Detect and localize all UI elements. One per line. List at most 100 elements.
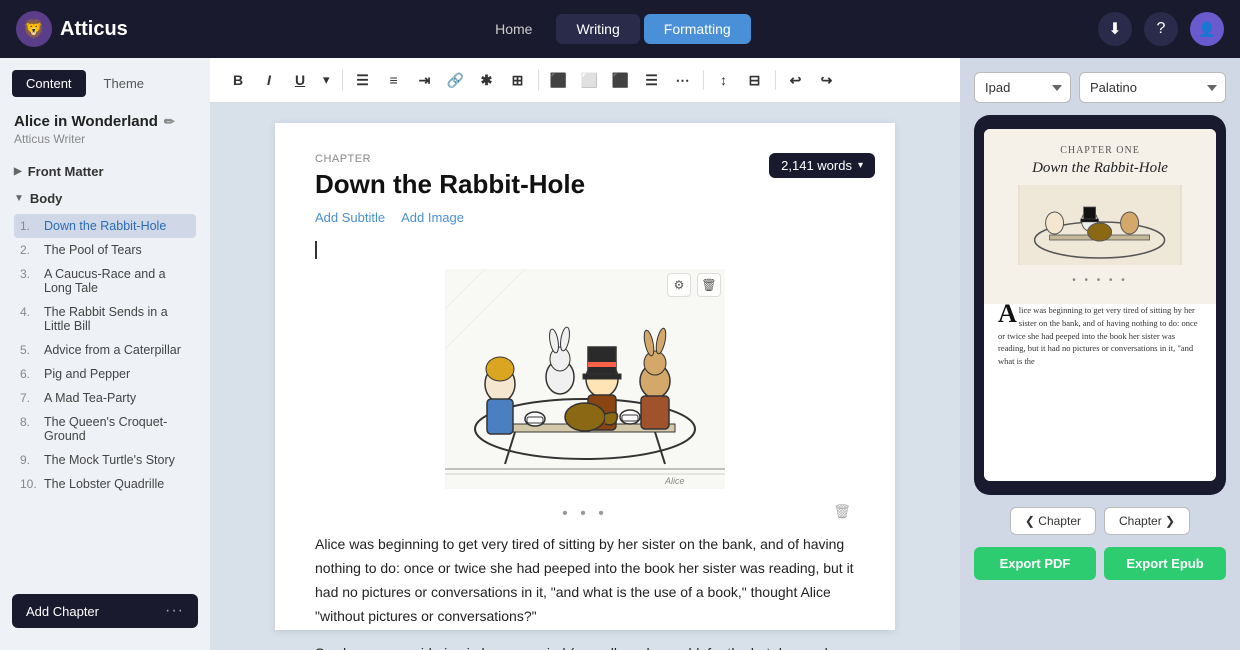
- chapter-item-2[interactable]: 2. The Pool of Tears: [14, 238, 196, 262]
- chapter-item-10[interactable]: 10.The Lobster Quadrille: [14, 472, 196, 496]
- format-dropdown[interactable]: ▾: [317, 68, 336, 92]
- chapter-name: A Mad Tea-Party: [44, 391, 136, 405]
- editor-content: 2,141 words ▾ Chapter Down the Rabbit-Ho…: [210, 103, 960, 650]
- next-chapter-button[interactable]: Chapter ❯: [1104, 507, 1190, 535]
- edit-book-title-icon[interactable]: ✏: [164, 114, 175, 130]
- preview-chapter-title: Down the Rabbit-Hole: [998, 160, 1202, 177]
- toolbar-sep-4: [775, 70, 776, 90]
- sidebar-tab-content[interactable]: Content: [12, 70, 86, 97]
- list-unordered-button[interactable]: ☰: [349, 66, 377, 94]
- link-button[interactable]: 🔗: [442, 66, 470, 94]
- device-screen: Chapter One Down the Rabbit-Hole: [984, 129, 1216, 481]
- chapter-name: A Caucus-Race and a Long Tale: [44, 267, 190, 295]
- book-author: Atticus Writer: [0, 132, 210, 146]
- add-chapter-dots[interactable]: ···: [165, 602, 184, 620]
- device-screen-header: Chapter One Down the Rabbit-Hole: [984, 129, 1216, 304]
- underline-button[interactable]: U: [286, 66, 314, 94]
- sidebar-tab-theme[interactable]: Theme: [90, 70, 158, 97]
- nav-tab-home[interactable]: Home: [475, 14, 552, 44]
- download-button[interactable]: ⬇: [1098, 12, 1132, 46]
- nav-right-actions: ⬇ ? 👤: [1098, 12, 1224, 46]
- image-delete-button[interactable]: 🗑: [697, 273, 721, 297]
- body-arrow: ▼: [14, 193, 24, 204]
- logo-icon: 🦁: [16, 11, 52, 47]
- svg-text:Alice: Alice: [664, 476, 685, 486]
- body-label: Body: [30, 191, 63, 206]
- italic-button[interactable]: I: [255, 66, 283, 94]
- chapter-item-9[interactable]: 9.The Mock Turtle's Story: [14, 448, 196, 472]
- divider-actions: 🗑: [833, 503, 855, 521]
- word-count-value: 2,141 words: [781, 158, 852, 173]
- front-matter-section: ▶ Front Matter: [0, 160, 210, 183]
- chapter-item-3[interactable]: 3. A Caucus-Race and a Long Tale: [14, 262, 196, 300]
- preview-dots: • • • • •: [998, 275, 1202, 286]
- more-align-button[interactable]: ⋯: [669, 66, 697, 94]
- preview-panel: IpadPhoneDesktopKindle PalatinoGeorgiaTi…: [960, 58, 1240, 650]
- drop-cap: A: [998, 304, 1017, 325]
- align-right-button[interactable]: ⬛: [607, 66, 635, 94]
- preview-selects: IpadPhoneDesktopKindle PalatinoGeorgiaTi…: [974, 72, 1226, 103]
- toolbar-sep-3: [703, 70, 704, 90]
- export-pdf-button[interactable]: Export PDF: [974, 547, 1096, 580]
- avatar-icon: 👤: [1198, 21, 1215, 38]
- divider-delete-icon[interactable]: 🗑: [833, 503, 855, 519]
- star-button[interactable]: ✱: [473, 66, 501, 94]
- image-settings-button[interactable]: ⚙: [667, 273, 691, 297]
- table-button[interactable]: ⊞: [504, 66, 532, 94]
- line-height-button[interactable]: ↕: [710, 66, 738, 94]
- preview-text-content: lice was beginning to get very tired of …: [998, 305, 1198, 366]
- help-button[interactable]: ?: [1144, 12, 1178, 46]
- add-image-link[interactable]: Add Image: [401, 210, 464, 225]
- book-title-text: Alice in Wonderland: [14, 113, 158, 130]
- preview-illustration: [1018, 185, 1181, 265]
- top-navigation: 🦁 Atticus Home Writing Formatting ⬇ ? 👤: [0, 0, 1240, 58]
- device-selector[interactable]: IpadPhoneDesktopKindle: [974, 72, 1071, 103]
- body-header[interactable]: ▼ Body: [14, 187, 196, 210]
- font-selector[interactable]: PalatinoGeorgiaTimes New RomanArial: [1079, 72, 1226, 103]
- paragraph-1[interactable]: Alice was beginning to get very tired of…: [315, 533, 855, 628]
- chapter-number: 3.: [20, 267, 38, 281]
- indent-button[interactable]: ⇥: [411, 66, 439, 94]
- nav-tab-writing[interactable]: Writing: [556, 14, 639, 44]
- app-name: Atticus: [60, 18, 128, 41]
- align-center-button[interactable]: ⬜: [576, 66, 604, 94]
- chapter-name: The Pool of Tears: [44, 243, 142, 257]
- bold-button[interactable]: B: [224, 66, 252, 94]
- align-left-button[interactable]: ⬛: [545, 66, 573, 94]
- main-layout: Content Theme Alice in Wonderland ✏ Atti…: [0, 58, 1240, 650]
- redo-button[interactable]: ↪: [813, 66, 841, 94]
- divider-dots: • • •: [562, 505, 608, 522]
- sidebar: Content Theme Alice in Wonderland ✏ Atti…: [0, 58, 210, 650]
- nav-tab-formatting[interactable]: Formatting: [644, 14, 751, 44]
- paragraph-2[interactable]: So she was considering in her own mind (…: [315, 642, 855, 650]
- chapter-item-7[interactable]: 7.A Mad Tea-Party: [14, 386, 196, 410]
- chapter-name: Pig and Pepper: [44, 367, 130, 381]
- add-subtitle-link[interactable]: Add Subtitle: [315, 210, 385, 225]
- front-matter-header[interactable]: ▶ Front Matter: [14, 160, 196, 183]
- word-count-badge[interactable]: 2,141 words ▾: [769, 153, 875, 178]
- chapter-number: 5.: [20, 343, 38, 357]
- sidebar-footer: Add Chapter ···: [0, 584, 210, 638]
- chapter-subtitle-links: Add Subtitle Add Image: [315, 210, 855, 225]
- add-chapter-button[interactable]: Add Chapter ···: [12, 594, 198, 628]
- chapter-name: The Queen's Croquet-Ground: [44, 415, 190, 443]
- chapter-item-4[interactable]: 4.The Rabbit Sends in a Little Bill: [14, 300, 196, 338]
- sidebar-tabs: Content Theme: [0, 70, 210, 97]
- undo-button[interactable]: ↩: [782, 66, 810, 94]
- columns-button[interactable]: ⊟: [741, 66, 769, 94]
- align-justify-button[interactable]: ☰: [638, 66, 666, 94]
- text-cursor: [315, 241, 855, 259]
- list-ordered-button[interactable]: ≡: [380, 66, 408, 94]
- preview-image: [1018, 185, 1181, 265]
- chapter-number: 2.: [20, 243, 38, 257]
- word-count-chevron: ▾: [858, 160, 863, 171]
- export-epub-button[interactable]: Export Epub: [1104, 547, 1226, 580]
- chapter-item-8[interactable]: 8.The Queen's Croquet-Ground: [14, 410, 196, 448]
- chapter-item-5[interactable]: 5.Advice from a Caterpillar: [14, 338, 196, 362]
- user-avatar[interactable]: 👤: [1190, 12, 1224, 46]
- prev-chapter-button[interactable]: ❮ Chapter: [1010, 507, 1096, 535]
- chapter-item-1[interactable]: 1.Down the Rabbit-Hole: [14, 214, 196, 238]
- device-mockup: Chapter One Down the Rabbit-Hole: [974, 115, 1226, 495]
- chapter-item-6[interactable]: 6.Pig and Pepper: [14, 362, 196, 386]
- chapter-number: 10.: [20, 477, 38, 491]
